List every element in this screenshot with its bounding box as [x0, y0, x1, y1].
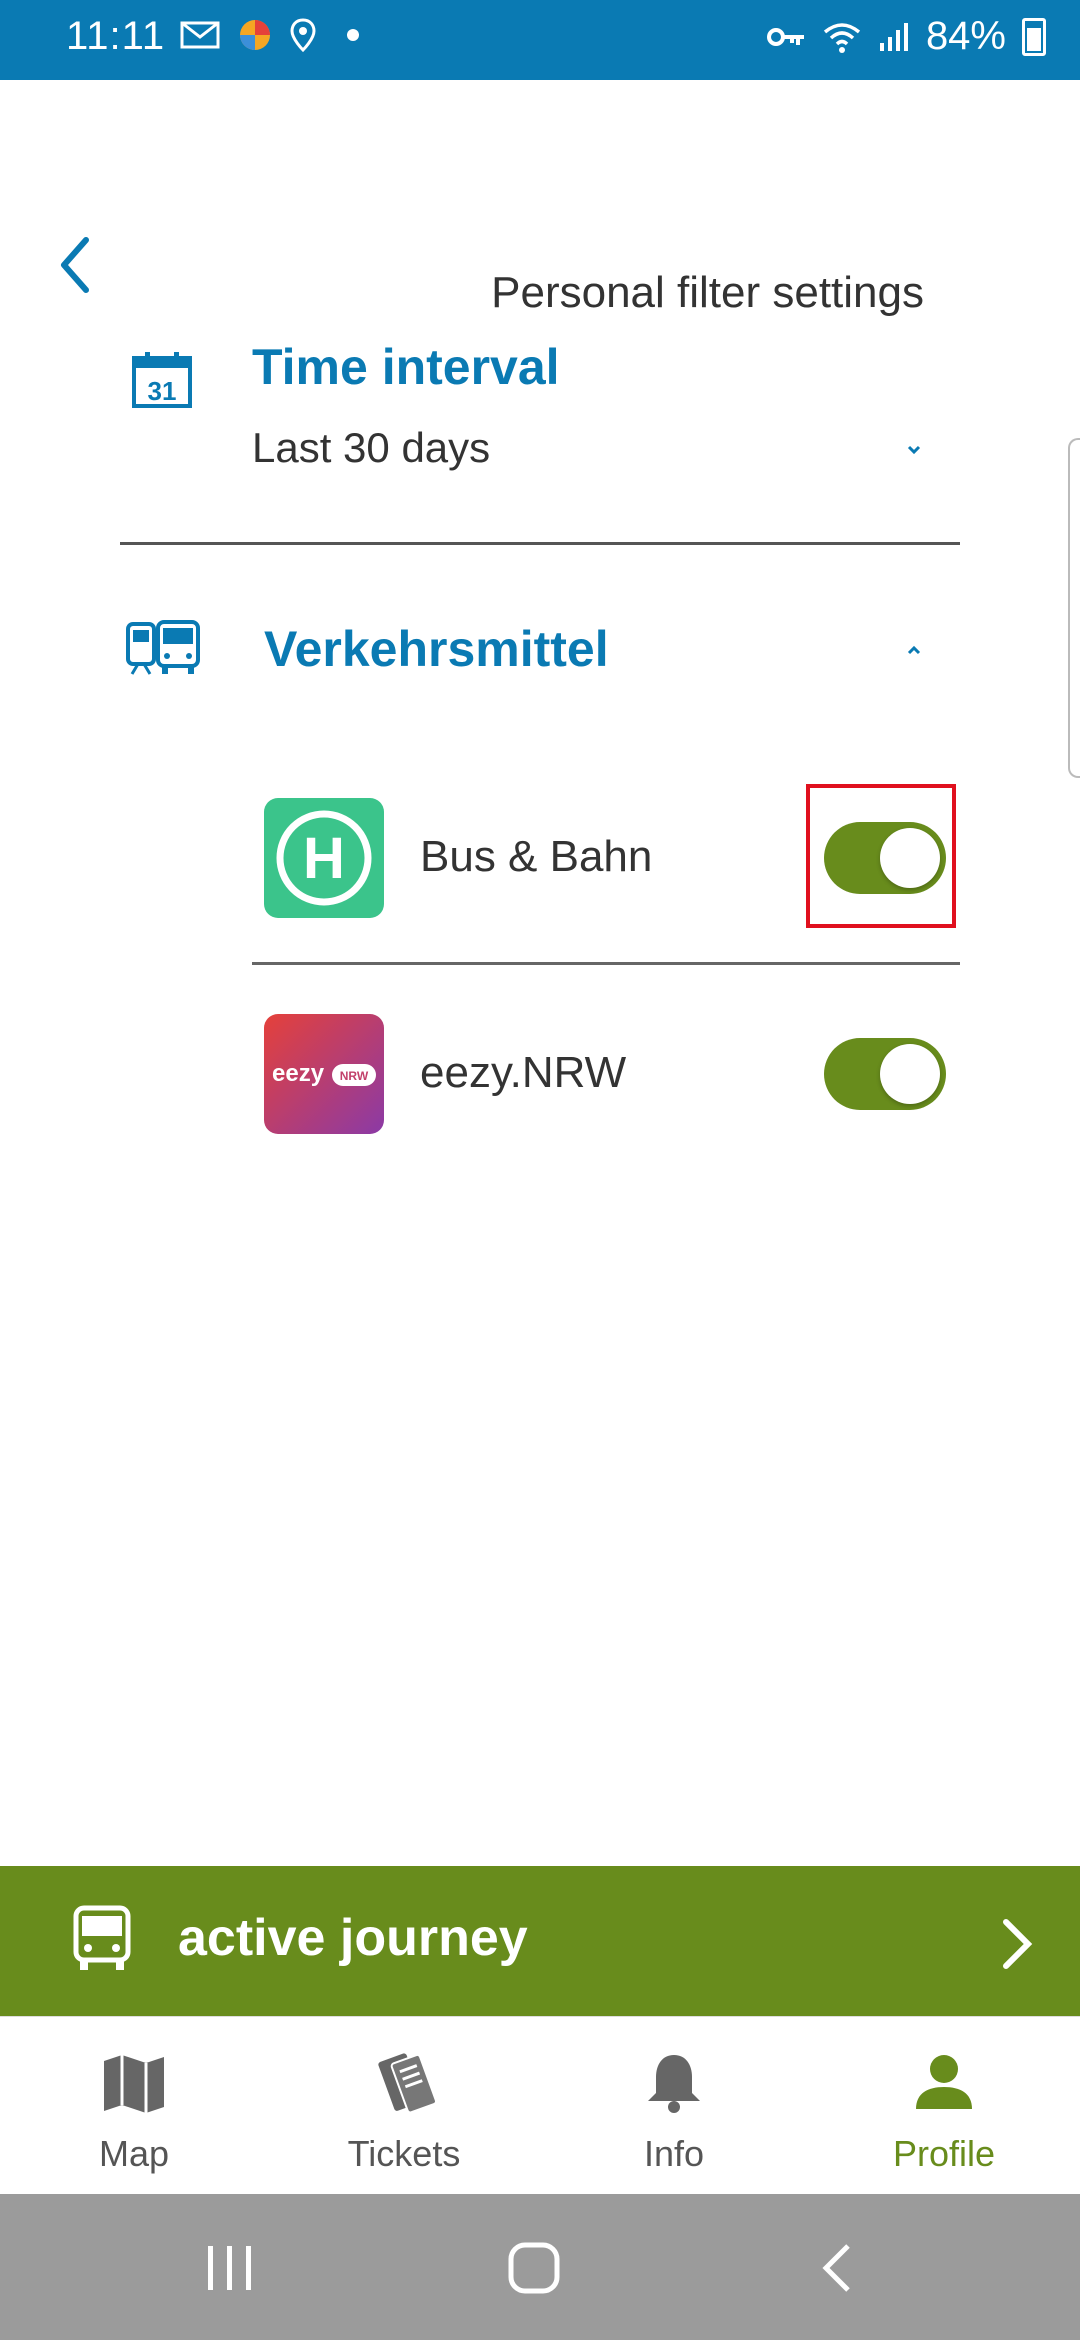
status-system-icons: 84% — [766, 14, 1046, 59]
status-notification-icons — [180, 18, 360, 52]
bus-bahn-logo-letter: H — [303, 826, 345, 891]
system-navigation-bar — [0, 2194, 1080, 2340]
profile-icon — [916, 2055, 972, 2109]
nav-label-info: Info — [643, 2133, 705, 2174]
bus-bahn-logo: H — [264, 798, 384, 918]
nav-item-info[interactable]: Info — [574, 2047, 774, 2175]
verkehrsmittel-title: Verkehrsmittel — [264, 621, 609, 677]
map-icon — [104, 2055, 164, 2113]
divider — [120, 542, 960, 545]
location-icon — [290, 18, 316, 52]
status-time: 11:11 — [66, 14, 166, 58]
eezy-logo-mark: eezy NRW — [272, 1060, 376, 1087]
chevron-up-icon[interactable] — [900, 640, 928, 660]
status-bar: 11:11 84% — [0, 0, 1080, 80]
nav-label-profile: Profile — [892, 2133, 996, 2174]
dot-icon — [347, 29, 359, 41]
tickets-icon — [378, 2053, 437, 2114]
system-back-icon[interactable] — [808, 2238, 868, 2298]
mail-icon — [180, 21, 220, 49]
page-title: Personal filter settings — [491, 268, 924, 317]
calendar-icon: 31 — [132, 352, 192, 408]
time-interval-value[interactable]: Last 30 days — [252, 424, 490, 472]
eezy-label: eezy.NRW — [420, 1048, 627, 1097]
eezy-toggle[interactable] — [824, 1038, 946, 1110]
active-journey-label: active journey — [178, 1909, 528, 1967]
back-button[interactable] — [50, 230, 100, 300]
eezy-logo-text: eezy — [272, 1060, 325, 1087]
bell-icon — [648, 2055, 700, 2113]
battery-percent: 84% — [925, 14, 1006, 58]
nav-item-profile[interactable]: Profile — [844, 2047, 1044, 2175]
calendar-day: 31 — [148, 376, 177, 406]
bus-bahn-label: Bus & Bahn — [420, 832, 653, 881]
bus-stop-h-icon: H — [276, 810, 372, 906]
bus-icon — [73, 1905, 131, 1970]
vpn-key-icon — [766, 27, 804, 46]
eezy-logo: eezy NRW — [264, 1014, 384, 1134]
chevron-down-icon[interactable] — [900, 440, 928, 460]
time-interval-title: Time interval — [252, 339, 560, 395]
nav-label-map: Map — [98, 2133, 170, 2174]
nav-label-tickets: Tickets — [347, 2133, 461, 2174]
eezy-logo-badge: NRW — [340, 1069, 369, 1083]
app-icon — [240, 20, 270, 50]
bottom-navigation: Map Tickets Info Profile — [0, 2016, 1080, 2195]
wifi-icon — [823, 22, 861, 53]
chevron-left-icon — [61, 237, 89, 293]
recent-apps-icon[interactable] — [200, 2238, 260, 2298]
nav-item-map[interactable]: Map — [34, 2047, 234, 2175]
transit-icon — [126, 620, 200, 675]
highlight-box — [806, 784, 956, 928]
divider — [252, 962, 960, 965]
signal-icon — [879, 22, 908, 51]
home-icon[interactable] — [504, 2238, 564, 2298]
chevron-right-icon — [1003, 1919, 1033, 1969]
side-panel-handle[interactable] — [1068, 438, 1080, 778]
battery-icon — [1022, 17, 1046, 56]
nav-item-tickets[interactable]: Tickets — [304, 2047, 504, 2175]
toggle-knob — [880, 1044, 940, 1104]
active-journey-bar[interactable]: active journey — [0, 1866, 1080, 2016]
